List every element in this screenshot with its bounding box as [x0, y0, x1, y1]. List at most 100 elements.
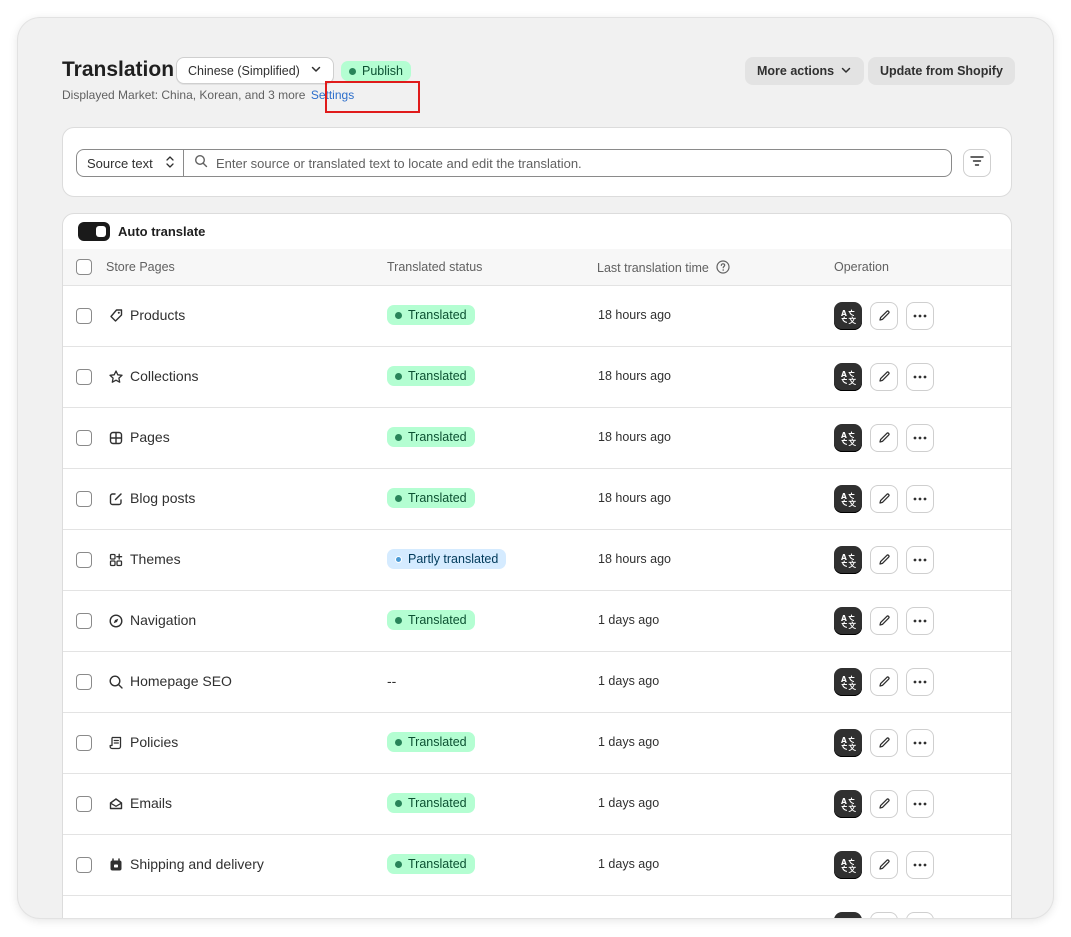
translate-button[interactable]: A文: [834, 729, 862, 757]
auto-translate-toggle[interactable]: [78, 222, 110, 241]
edit-button[interactable]: [870, 851, 898, 879]
translate-icon: A文: [840, 552, 856, 568]
translate-button[interactable]: A文: [834, 424, 862, 452]
table-row[interactable]: Emails Translated 1 days ago A 文: [63, 774, 1011, 835]
ellipsis-icon: [913, 741, 927, 745]
more-options-button[interactable]: [906, 729, 934, 757]
status-dot-icon: [395, 555, 402, 563]
pencil-icon: [877, 797, 891, 811]
translate-button[interactable]: A文: [834, 607, 862, 635]
row-checkbox[interactable]: [76, 613, 92, 629]
select-all-checkbox[interactable]: [76, 259, 92, 275]
row-checkbox[interactable]: [76, 369, 92, 385]
row-checkbox[interactable]: [76, 491, 92, 507]
edit-button[interactable]: [870, 485, 898, 513]
status-dot-icon: [395, 372, 402, 380]
more-options-button[interactable]: [906, 912, 934, 918]
row-checkbox[interactable]: [76, 308, 92, 324]
status-badge: --: [387, 671, 396, 691]
pencil-icon: [877, 309, 891, 323]
more-options-button[interactable]: [906, 668, 934, 696]
table-row[interactable]: Navigation Translated 1 days ago A 文: [63, 591, 1011, 652]
row-checkbox[interactable]: [76, 552, 92, 568]
search-card: Source text Enter source or translated t…: [62, 127, 1012, 197]
search-input[interactable]: Enter source or translated text to locat…: [216, 156, 582, 171]
more-options-button[interactable]: [906, 485, 934, 513]
edit-button[interactable]: [870, 729, 898, 757]
filter-sort-button[interactable]: [963, 149, 991, 177]
more-options-button[interactable]: [906, 302, 934, 330]
svg-text:文: 文: [849, 681, 857, 690]
ellipsis-icon: [913, 680, 927, 684]
row-page-name: Shipping and delivery: [130, 856, 264, 872]
more-actions-button[interactable]: More actions: [745, 57, 865, 85]
table-row[interactable]: Blog posts Translated 18 hours ago A 文: [63, 469, 1011, 530]
more-options-button[interactable]: [906, 851, 934, 879]
more-options-button[interactable]: [906, 363, 934, 391]
row-checkbox[interactable]: [76, 796, 92, 812]
translate-button[interactable]: A文: [834, 363, 862, 391]
translate-button[interactable]: A文: [834, 668, 862, 696]
translate-icon: A文: [840, 369, 856, 385]
highlight-annotation-box: [325, 81, 420, 113]
edit-button[interactable]: [870, 363, 898, 391]
language-select[interactable]: Chinese (Simplified): [176, 57, 334, 84]
more-options-button[interactable]: [906, 790, 934, 818]
source-text-select[interactable]: Source text: [77, 150, 184, 176]
row-checkbox[interactable]: [76, 674, 92, 690]
table-row[interactable]: Pages Translated 18 hours ago A 文: [63, 408, 1011, 469]
column-store-pages: Store Pages: [106, 260, 175, 274]
svg-text:文: 文: [849, 437, 857, 446]
row-page-name: Collections: [130, 368, 199, 384]
edit-button[interactable]: [870, 302, 898, 330]
status-dot-icon: [349, 67, 356, 75]
page-title: Translation: [62, 58, 175, 81]
row-checkbox[interactable]: [76, 735, 92, 751]
translate-button[interactable]: A文: [834, 790, 862, 818]
status-label: Translated: [408, 796, 467, 810]
translate-button[interactable]: A文: [834, 546, 862, 574]
translate-button[interactable]: A文: [834, 302, 862, 330]
row-page-name: Blog posts: [130, 490, 196, 506]
edit-button[interactable]: [870, 668, 898, 696]
edit-button[interactable]: [870, 607, 898, 635]
ellipsis-icon: [913, 863, 927, 867]
select-arrows-icon: [165, 155, 175, 172]
table-row[interactable]: Themes Partly translated 18 hours ago A 文: [63, 530, 1011, 591]
translate-icon: A文: [840, 857, 856, 873]
edit-button[interactable]: [870, 912, 898, 918]
status-dot-icon: [395, 738, 402, 746]
table-row[interactable]: A文: [63, 896, 1011, 918]
edit-button[interactable]: [870, 546, 898, 574]
row-checkbox[interactable]: [76, 857, 92, 873]
search-input-wrap[interactable]: Enter source or translated text to locat…: [184, 154, 951, 173]
more-options-button[interactable]: [906, 546, 934, 574]
update-from-shopify-button[interactable]: Update from Shopify: [868, 57, 1015, 85]
more-options-button[interactable]: [906, 607, 934, 635]
translate-button[interactable]: A文: [834, 912, 862, 918]
row-last-translation-time: 18 hours ago: [598, 491, 671, 505]
table-row[interactable]: Collections Translated 18 hours ago A 文: [63, 347, 1011, 408]
status-label: Translated: [408, 308, 467, 322]
edit-button[interactable]: [870, 790, 898, 818]
column-last-translation-label: Last translation time: [597, 261, 709, 275]
translate-icon: A文: [840, 308, 856, 324]
help-circle-icon[interactable]: [716, 260, 730, 274]
translate-button[interactable]: A文: [834, 851, 862, 879]
app-window: Translation Chinese (Simplified) Publish…: [18, 18, 1053, 918]
translate-icon: A文: [840, 674, 856, 690]
more-options-button[interactable]: [906, 424, 934, 452]
edit-button[interactable]: [870, 424, 898, 452]
translate-button[interactable]: A文: [834, 485, 862, 513]
compose-icon: [108, 491, 124, 507]
table-row[interactable]: Policies Translated 1 days ago A 文: [63, 713, 1011, 774]
pencil-icon: [877, 675, 891, 689]
pencil-icon: [877, 492, 891, 506]
row-checkbox[interactable]: [76, 430, 92, 446]
table-row[interactable]: Products Translated 18 hours ago A 文: [63, 286, 1011, 347]
ellipsis-icon: [913, 558, 927, 562]
row-last-translation-time: 1 days ago: [598, 735, 660, 749]
table-row[interactable]: Shipping and delivery Translated 1 days ag…: [63, 835, 1011, 896]
pencil-icon: [877, 736, 891, 750]
table-row[interactable]: Homepage SEO -- 1 days ago A 文: [63, 652, 1011, 713]
